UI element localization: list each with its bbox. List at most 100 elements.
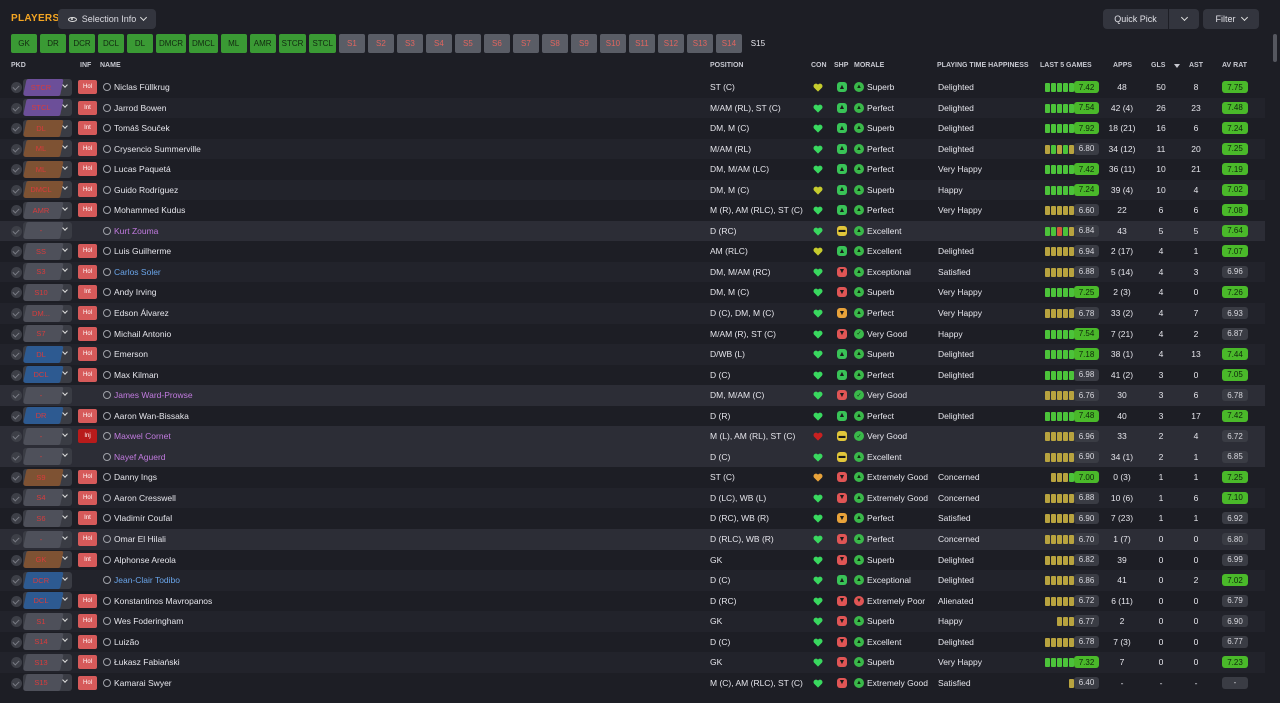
pkd-check-icon[interactable] bbox=[11, 657, 22, 669]
table-row[interactable]: DMCL Hol Guido Rodríguez DM, M (C) ▲ ▲ Superb H… bbox=[0, 179, 1265, 201]
position-chip[interactable]: S7 bbox=[512, 34, 539, 53]
info-badge[interactable]: Hol bbox=[78, 80, 97, 94]
info-badge[interactable]: Hol bbox=[78, 532, 97, 547]
role-selector[interactable]: ML bbox=[23, 140, 72, 158]
position-chip[interactable]: DL bbox=[127, 34, 153, 53]
role-selector[interactable]: DCL bbox=[23, 366, 72, 384]
table-row[interactable]: S13 Hol Łukasz Fabiański GK ▼ ▲ Superb Very Hap… bbox=[0, 652, 1265, 673]
info-badge[interactable]: Hol bbox=[78, 655, 97, 670]
position-chip[interactable]: S5 bbox=[454, 34, 481, 53]
role-selector[interactable]: GK bbox=[23, 551, 72, 569]
position-chip[interactable]: S10 bbox=[599, 34, 626, 53]
pkd-check-icon[interactable] bbox=[11, 410, 22, 422]
position-chip[interactable]: STCR bbox=[278, 34, 307, 53]
info-badge[interactable]: Hol bbox=[78, 614, 97, 629]
selection-info-button[interactable]: Selection Info bbox=[58, 9, 156, 29]
table-row[interactable]: DCR Jean-Clair Todibo D (C) ▲ ▲ Exceptional De… bbox=[0, 570, 1265, 591]
position-chip[interactable]: S11 bbox=[628, 34, 655, 53]
info-badge[interactable]: Hol bbox=[78, 182, 97, 197]
role-selector[interactable]: DCL bbox=[23, 592, 72, 610]
pkd-check-icon[interactable] bbox=[11, 575, 22, 587]
player-name[interactable]: Alphonse Areola bbox=[114, 555, 176, 565]
position-chip[interactable]: STCL bbox=[309, 34, 336, 53]
pkd-check-icon[interactable] bbox=[11, 225, 22, 237]
position-chip[interactable]: DMCR bbox=[156, 34, 186, 53]
role-selector[interactable]: SS bbox=[23, 242, 72, 260]
pkd-check-icon[interactable] bbox=[11, 82, 22, 93]
player-name[interactable]: Maxwel Cornet bbox=[114, 431, 171, 441]
info-badge[interactable]: Hol bbox=[78, 203, 97, 218]
table-row[interactable]: DCL Hol Konstantinos Mavropanos D (RC) ▼ ▼ Ext… bbox=[0, 591, 1265, 612]
player-name[interactable]: Edson Álvarez bbox=[114, 308, 169, 318]
table-row[interactable]: DL Int Tomáš Souček DM, M (C) ▲ ▲ Superb Deligh… bbox=[0, 118, 1265, 139]
player-name[interactable]: Carlos Soler bbox=[114, 267, 161, 277]
player-name[interactable]: Nayef Aguerd bbox=[114, 452, 166, 462]
position-chip[interactable]: DR bbox=[40, 34, 66, 53]
pkd-check-icon[interactable] bbox=[11, 390, 22, 402]
player-name[interactable]: Niclas Füllkrug bbox=[114, 82, 170, 92]
filter-button[interactable]: Filter bbox=[1203, 9, 1259, 29]
pkd-check-icon[interactable] bbox=[11, 287, 22, 299]
role-selector[interactable]: S14 bbox=[23, 633, 72, 651]
info-badge[interactable]: Hol bbox=[78, 141, 97, 156]
role-selector[interactable]: S3 bbox=[23, 263, 72, 281]
table-row[interactable]: S6 Int Vladimír Coufal D (RC), WB (R) ▼ ▲ Perf… bbox=[0, 508, 1265, 529]
role-selector[interactable]: - bbox=[23, 386, 72, 404]
pkd-check-icon[interactable] bbox=[11, 102, 22, 114]
role-selector[interactable]: STCL bbox=[23, 99, 72, 117]
col-ast[interactable]: AST bbox=[1189, 62, 1203, 69]
info-badge[interactable]: Hol bbox=[78, 244, 97, 259]
table-row[interactable]: S1 Hol Wes Foderingham GK ▼ ▲ Superb Happy 6.77 2… bbox=[0, 611, 1265, 632]
col-apps[interactable]: APPS bbox=[1113, 62, 1132, 69]
info-badge[interactable]: Hol bbox=[78, 162, 97, 177]
table-row[interactable]: S3 Hol Carlos Soler DM, M/AM (RC) ▼ ▲ Exceptio… bbox=[0, 261, 1265, 283]
position-chip[interactable]: S14 bbox=[715, 34, 742, 53]
info-badge[interactable]: Int bbox=[78, 100, 97, 115]
role-selector[interactable]: S1 bbox=[23, 612, 72, 630]
pkd-check-icon[interactable] bbox=[11, 246, 22, 258]
pkd-check-icon[interactable] bbox=[11, 554, 22, 566]
col-gls[interactable]: GLS bbox=[1151, 62, 1165, 69]
role-selector[interactable]: - bbox=[23, 448, 72, 466]
info-badge[interactable]: Hol bbox=[78, 264, 97, 279]
role-selector[interactable]: S10 bbox=[23, 283, 72, 301]
player-name[interactable]: Jean-Clair Todibo bbox=[114, 575, 180, 585]
position-chip[interactable]: GK bbox=[11, 34, 37, 53]
pkd-check-icon[interactable] bbox=[11, 184, 22, 196]
position-chip[interactable]: DCR bbox=[69, 34, 95, 53]
info-badge[interactable]: Hol bbox=[78, 675, 97, 690]
role-selector[interactable]: - bbox=[23, 427, 72, 445]
pkd-check-icon[interactable] bbox=[11, 513, 22, 525]
pkd-check-icon[interactable] bbox=[11, 308, 22, 320]
role-selector[interactable]: AMR bbox=[23, 201, 72, 219]
quick-pick-dropdown[interactable] bbox=[1169, 9, 1199, 29]
info-badge[interactable]: Int bbox=[78, 121, 97, 136]
position-chip[interactable]: ML bbox=[220, 34, 247, 53]
role-selector[interactable]: - bbox=[23, 222, 72, 240]
table-row[interactable]: DCL Hol Max Kilman D (C) ▲ ▲ Perfect Delighted 6… bbox=[0, 365, 1265, 386]
pkd-check-icon[interactable] bbox=[11, 205, 22, 217]
player-name[interactable]: Michail Antonio bbox=[114, 329, 171, 339]
pkd-check-icon[interactable] bbox=[11, 143, 22, 155]
player-name[interactable]: Kamarai Swyer bbox=[114, 678, 172, 688]
role-selector[interactable]: S9 bbox=[23, 468, 72, 486]
table-row[interactable]: S7 Hol Michail Antonio M/AM (R), ST (C) ▼ ✓ Ve… bbox=[0, 324, 1265, 345]
position-chip[interactable]: S6 bbox=[483, 34, 510, 53]
pkd-check-icon[interactable] bbox=[11, 164, 22, 176]
info-badge[interactable]: Int bbox=[78, 511, 97, 526]
info-badge[interactable]: Hol bbox=[78, 634, 97, 649]
table-row[interactable]: - James Ward-Prowse DM, M/AM (C) ▼ ✓ Very Goo… bbox=[0, 385, 1265, 406]
col-playing-time[interactable]: PLAYING TIME HAPPINESS bbox=[937, 62, 1029, 69]
table-row[interactable]: AMR Hol Mohammed Kudus M (R), AM (RLC), ST … bbox=[0, 200, 1265, 221]
table-row[interactable]: STCR Hol Niclas Füllkrug ST (C) ▲ ▲ Superb Deli… bbox=[0, 77, 1265, 98]
quick-pick-button[interactable]: Quick Pick bbox=[1103, 9, 1168, 29]
player-name[interactable]: Emerson bbox=[114, 349, 148, 359]
pkd-check-icon[interactable] bbox=[11, 123, 22, 135]
position-chip[interactable]: S15 bbox=[745, 34, 771, 53]
table-row[interactable]: - Nayef Aguerd D (C) ▬ ▲ Excellent 6.90 34 (1) 2… bbox=[0, 446, 1265, 468]
player-name[interactable]: Wes Foderingham bbox=[114, 616, 183, 626]
info-badge[interactable]: Hol bbox=[78, 490, 97, 505]
player-name[interactable]: Lucas Paquetá bbox=[114, 164, 171, 174]
player-name[interactable]: Łukasz Fabiański bbox=[114, 657, 180, 667]
player-name[interactable]: Andy Irving bbox=[114, 287, 157, 297]
